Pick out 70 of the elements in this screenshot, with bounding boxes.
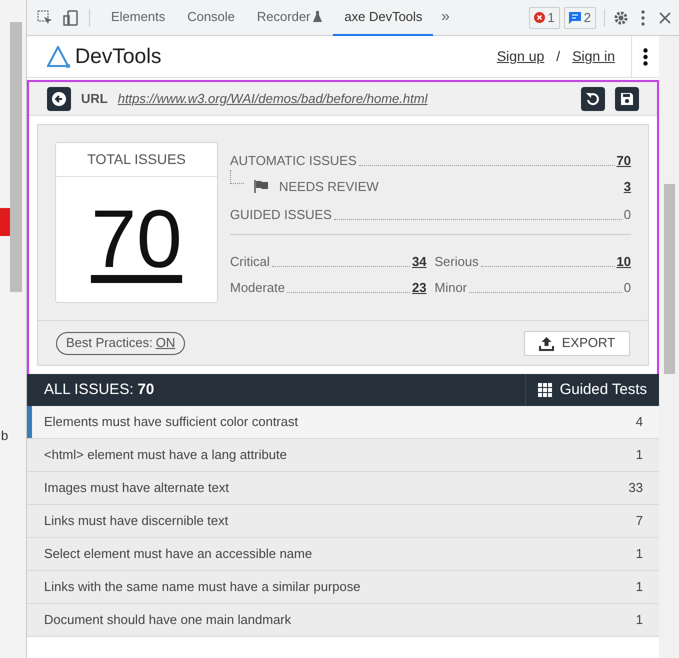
- kebab-menu-icon[interactable]: [643, 48, 648, 66]
- inspect-icon[interactable]: [37, 10, 53, 26]
- rescan-button[interactable]: [581, 86, 605, 110]
- back-button[interactable]: [47, 86, 71, 110]
- issue-count: 7: [636, 512, 643, 530]
- guided-issues-label: GUIDED ISSUES: [230, 206, 332, 224]
- issue-name: Select element must have an accessible name: [44, 545, 314, 564]
- app-title: DevTools: [75, 44, 162, 70]
- issue-count: 1: [636, 446, 643, 464]
- needs-review-label: NEEDS REVIEW: [279, 178, 379, 196]
- issue-count: 1: [636, 578, 643, 596]
- severity-count: 0: [624, 278, 631, 296]
- messages-badge[interactable]: 2: [564, 6, 596, 28]
- settings-icon[interactable]: [613, 10, 629, 26]
- flask-icon: [313, 11, 322, 22]
- guided-issues-count: 0: [624, 206, 631, 224]
- sign-in-link[interactable]: Sign in: [572, 46, 615, 67]
- url-label: URL: [81, 90, 108, 108]
- automatic-issues-count[interactable]: 70: [616, 150, 631, 170]
- separator-text: /: [556, 47, 560, 66]
- more-tabs-button[interactable]: »: [433, 6, 458, 29]
- needs-review-count[interactable]: 3: [624, 176, 631, 196]
- severity-label: Serious: [434, 252, 479, 270]
- devtools-tab[interactable]: Recorder: [246, 0, 334, 36]
- issue-row[interactable]: Elements must have sufficient color contrast 4: [27, 406, 659, 439]
- all-issues-count: 70: [138, 380, 154, 400]
- issue-count: 4: [636, 413, 643, 432]
- error-icon: [534, 12, 545, 23]
- issue-name: Elements must have sufficient color contrast: [44, 413, 300, 432]
- total-issues-count[interactable]: 70: [90, 198, 182, 280]
- best-practices-value: ON: [156, 334, 176, 352]
- total-issues-label: TOTAL ISSUES: [56, 143, 217, 177]
- severity-count[interactable]: 23: [412, 278, 426, 297]
- all-issues-label: ALL ISSUES:: [44, 380, 134, 400]
- best-practices-toggle[interactable]: Best Practices: ON: [56, 332, 186, 354]
- issue-name: Links must have discernible text: [44, 512, 230, 530]
- issue-count: 1: [636, 545, 643, 564]
- issue-count: 33: [628, 479, 643, 498]
- severity-label: Minor: [434, 278, 468, 296]
- tree-connector: [230, 170, 244, 184]
- close-icon[interactable]: [659, 12, 671, 24]
- devtools-tab[interactable]: Elements: [100, 0, 176, 36]
- issue-name: Links with the same name must have a similar purpose: [44, 578, 362, 596]
- issue-name: <html> element must have a lang attribute: [44, 446, 288, 464]
- save-icon: [620, 92, 634, 106]
- best-practices-label: Best Practices:: [66, 334, 153, 352]
- errors-badge[interactable]: 1: [528, 6, 560, 28]
- logo-icon: [47, 46, 71, 68]
- issue-name: Images must have alternate text: [44, 479, 230, 498]
- device-icon[interactable]: [63, 10, 79, 26]
- page-text: b: [0, 427, 10, 445]
- page-banner: [0, 208, 10, 236]
- severity-label: Moderate: [230, 278, 285, 296]
- save-button[interactable]: [615, 86, 639, 110]
- export-button[interactable]: EXPORT: [524, 330, 630, 356]
- more-menu-icon[interactable]: [641, 10, 645, 26]
- grid-icon: [538, 383, 552, 397]
- severity-count[interactable]: 34: [412, 252, 426, 271]
- issue-count: 1: [636, 611, 643, 630]
- automatic-issues-label: AUTOMATIC ISSUES: [230, 152, 357, 170]
- refresh-icon: [586, 92, 600, 106]
- severity-count[interactable]: 10: [616, 252, 631, 271]
- sign-up-link[interactable]: Sign up: [496, 46, 544, 67]
- flag-icon: [254, 180, 269, 193]
- issue-name: Document should have one main landmark: [44, 611, 292, 630]
- message-icon: [568, 12, 581, 24]
- url-link[interactable]: https://www.w3.org/WAI/demos/bad/before/home.html: [118, 88, 428, 108]
- upload-icon: [538, 336, 554, 350]
- severity-label: Critical: [230, 252, 270, 270]
- devtools-tab[interactable]: Console: [176, 0, 246, 36]
